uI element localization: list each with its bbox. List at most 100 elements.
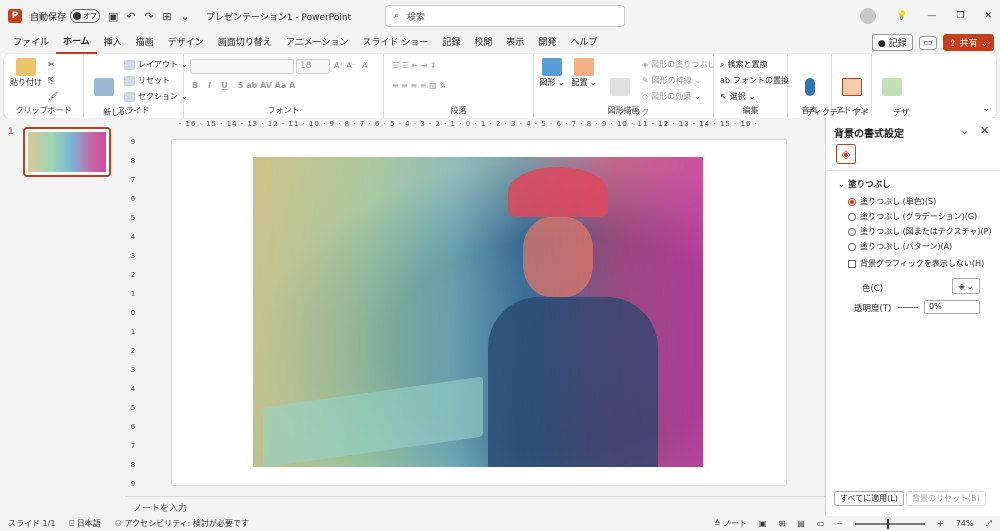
- group-label: 図形描画: [607, 106, 640, 115]
- share-button[interactable]: ⇪ 共有 ⌄: [943, 34, 994, 51]
- replace-font-button[interactable]: ab フォントの置換: [720, 75, 789, 86]
- format-painter-icon[interactable]: 🖌: [48, 92, 58, 101]
- slide-canvas[interactable]: [172, 140, 786, 485]
- zoom-level[interactable]: 74%: [956, 519, 974, 528]
- redo-icon[interactable]: ↷: [140, 10, 158, 23]
- group-drawing: 図形 ⌄ 配置 ⌄ クイック スタイル ◈図形の塗りつぶし ⌄ ✎図形の枠線 ⌄…: [534, 54, 725, 127]
- layout-button[interactable]: レイアウト ⌄: [124, 59, 188, 70]
- tab-7[interactable]: スライド ショー: [355, 32, 435, 54]
- fill-option-radio[interactable]: 塗りつぶし (グラデーション)(G): [848, 211, 977, 222]
- tab-1[interactable]: ホーム: [56, 32, 97, 54]
- shape-outline-button[interactable]: ✎ 図形の枠線 ⌄: [642, 75, 701, 86]
- transparency-input[interactable]: 0%: [924, 300, 980, 314]
- layout-icon: [124, 59, 135, 70]
- notes-input[interactable]: ノートを入力: [125, 496, 825, 516]
- accessibility-indicator[interactable]: ⚇ アクセシビリティ: 検討が必要です: [115, 518, 249, 529]
- ribbon-tabs: ファイル ホーム 挿入 描画 デザイン 画面切り替え アニメーション スライド ショー 記録 校閲…: [0, 32, 1000, 54]
- paint-bucket-icon: ◈: [642, 60, 649, 69]
- color-picker-button[interactable]: ◈ ⌄: [952, 278, 980, 294]
- account-avatar[interactable]: [860, 8, 877, 24]
- grow-font-icon[interactable]: A⁺ A⁻: [334, 61, 356, 70]
- slideshow-icon[interactable]: ▭: [817, 519, 825, 528]
- group-font: 18 A⁺ A⁻ A̸ B I U S ab AV Aa A フォント: [184, 54, 384, 118]
- replace-icon: ab: [720, 76, 730, 85]
- shape-effects-button[interactable]: ◇ 図形の効果 ⌄: [642, 91, 701, 102]
- tab-4[interactable]: デザイン: [161, 32, 211, 54]
- fit-slide-icon[interactable]: ⤢: [986, 519, 992, 529]
- shapes-button[interactable]: 図形 ⌄: [538, 58, 566, 88]
- paint-bucket-icon: ◈: [958, 281, 965, 291]
- chevron-down-icon[interactable]: ⌄: [960, 124, 969, 137]
- slide-photo[interactable]: [253, 157, 703, 467]
- tab-12[interactable]: ヘルプ: [563, 32, 604, 54]
- paste-button[interactable]: 貼り付け: [10, 58, 42, 88]
- lightbulb-icon[interactable]: 💡: [896, 11, 907, 21]
- align-buttons[interactable]: ≡ ≡ ≡ ≡ ▥ ⇅: [392, 81, 446, 90]
- select-button[interactable]: ↖ 選択 ⌄: [720, 91, 755, 102]
- shape-fill-button[interactable]: ◈ 図形の塗りつぶし ⌄: [642, 59, 725, 70]
- powerpoint-logo-icon: P: [8, 9, 22, 23]
- group-voice: ディクテー ション 音声: [788, 54, 846, 127]
- close-icon[interactable]: ✕: [980, 124, 989, 137]
- ruler-tick: 5: [130, 214, 136, 222]
- fill-section-header[interactable]: ⌄ 塗りつぶし: [838, 178, 891, 190]
- section-button[interactable]: セクション ⌄: [124, 91, 188, 102]
- group-paragraph: ☰ ☰ ⇤ ⇥ ↕ ≡ ≡ ≡ ≡ ▥ ⇅ 段落: [384, 54, 534, 118]
- group-label: 音声: [801, 106, 818, 115]
- language-indicator[interactable]: ⎕ 日本語: [69, 518, 100, 529]
- minimize-icon[interactable]: —: [927, 11, 936, 21]
- divider: [826, 170, 1000, 171]
- comments-button[interactable]: ▭: [918, 35, 938, 50]
- tab-9[interactable]: 校閲: [467, 32, 499, 54]
- fill-option-radio[interactable]: 塗りつぶし (パターン)(A): [848, 241, 952, 252]
- transparency-slider[interactable]: [898, 307, 918, 308]
- font-name-dropdown[interactable]: [190, 59, 294, 74]
- cut-icon[interactable]: ✂: [48, 60, 55, 69]
- list-buttons[interactable]: ☰ ☰ ⇤ ⇥ ↕: [392, 61, 437, 70]
- arrange-button[interactable]: 配置 ⌄: [570, 58, 598, 88]
- slide-thumbnail[interactable]: [23, 127, 111, 177]
- zoom-out-icon[interactable]: −: [836, 519, 843, 528]
- reading-view-icon[interactable]: ▤: [797, 519, 805, 528]
- normal-view-icon[interactable]: ▣: [759, 519, 767, 528]
- tab-6[interactable]: アニメーション: [279, 32, 356, 54]
- ruler-tick: 6: [130, 423, 136, 431]
- zoom-slider[interactable]: [855, 518, 926, 529]
- restore-icon[interactable]: ❐: [956, 11, 964, 21]
- font-size-dropdown[interactable]: 18: [296, 59, 330, 74]
- font-style-buttons[interactable]: B I U S ab AV Aa A: [192, 81, 295, 90]
- tab-10[interactable]: 表示: [499, 32, 531, 54]
- slide-sorter-icon[interactable]: ⊞: [779, 519, 786, 528]
- ruler-tick: 6: [130, 195, 136, 203]
- fill-option-radio[interactable]: 塗りつぶし (単色)(S): [848, 196, 936, 207]
- reset-button[interactable]: リセット: [124, 75, 170, 86]
- record-button[interactable]: ● 記録: [871, 34, 913, 51]
- tab-5[interactable]: 画面切り替え: [211, 32, 279, 54]
- tab-8[interactable]: 記録: [435, 32, 467, 54]
- tab-0[interactable]: ファイル: [6, 32, 56, 54]
- tab-2[interactable]: 挿入: [97, 32, 129, 54]
- search-box[interactable]: ⌕ 検索: [385, 5, 625, 27]
- find-replace-button[interactable]: ⌕ 検索と置換: [720, 59, 767, 70]
- autosave-toggle[interactable]: オフ: [70, 9, 101, 23]
- collapse-ribbon-icon[interactable]: ⌄: [982, 104, 990, 114]
- person-face-shape: [523, 217, 593, 297]
- customize-qat-icon[interactable]: ⌄: [176, 10, 194, 23]
- notes-toggle[interactable]: ≙ ノート: [714, 518, 747, 529]
- apply-to-all-button[interactable]: すべてに適用(L): [834, 491, 904, 506]
- tab-3[interactable]: 描画: [129, 32, 161, 54]
- tab-11[interactable]: 開発: [531, 32, 563, 54]
- search-placeholder: 検索: [407, 12, 426, 23]
- hide-background-graphics-checkbox[interactable]: 背景グラフィックを表示しない(H): [848, 258, 984, 269]
- zoom-in-icon[interactable]: +: [937, 519, 944, 528]
- fill-option-radio[interactable]: 塗りつぶし (図またはテクスチャ)(P): [848, 226, 992, 237]
- save-icon[interactable]: ▣: [104, 10, 122, 23]
- present-icon[interactable]: ⊞: [158, 10, 176, 23]
- clear-format-icon[interactable]: A̸: [362, 61, 367, 70]
- group-label: 段落: [450, 106, 467, 115]
- close-icon[interactable]: ✕: [984, 11, 992, 21]
- reset-background-button[interactable]: 背景のリセット(B): [906, 491, 986, 506]
- fill-category-icon[interactable]: ◈: [836, 144, 856, 164]
- undo-icon[interactable]: ↶: [122, 10, 140, 23]
- copy-icon[interactable]: ⎘: [48, 76, 54, 86]
